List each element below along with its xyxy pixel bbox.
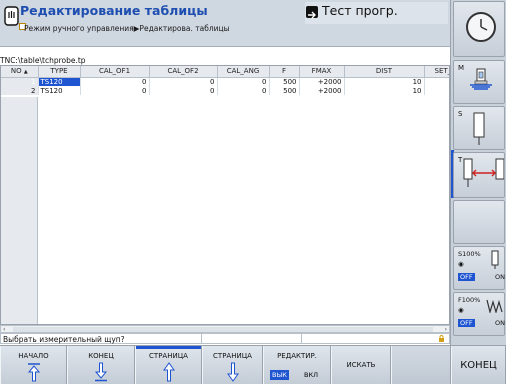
feed-off-label: OFF (458, 319, 475, 327)
scrollbar-thumb[interactable] (13, 327, 433, 332)
softkey-begin[interactable]: НАЧАЛО (0, 346, 67, 384)
softkey-search[interactable]: ИСКАТЬ (331, 346, 391, 384)
cell-fmax[interactable]: +2000 (299, 86, 345, 95)
tool-length-icon (463, 158, 504, 187)
program-mode-title: Тест прогр. (322, 3, 398, 18)
edit-off-option: ВЫК (270, 370, 289, 380)
col-header-cal-of1[interactable]: CAL_OF1 (80, 66, 150, 78)
table-row[interactable]: 2 TS120 0 0 0 500 +2000 10 (1, 86, 449, 95)
dialog-prompt: Выбрать измерительный щуп? (3, 335, 125, 344)
mode-title: Редактирование таблицы (20, 3, 208, 18)
arrow-down-bar-icon (94, 362, 108, 382)
table-row[interactable]: 1 TS120 0 0 0 500 +2000 10 (1, 77, 449, 86)
spindle-m-icon (470, 68, 492, 90)
breadcrumb: Режим ручного управления▶Редактирова. та… (24, 24, 230, 33)
feed-override-button[interactable]: F100% ◉ OFF ON (453, 292, 505, 336)
spindle-small-icon (491, 250, 499, 269)
feed-wave-icon (486, 299, 503, 313)
side-t-button[interactable]: T (453, 152, 505, 198)
program-test-icon (306, 6, 318, 19)
col-header-cal-of2[interactable]: CAL_OF2 (149, 66, 218, 78)
cell-cal-of1[interactable]: 0 (80, 77, 150, 86)
status-divider (301, 334, 302, 343)
cell-dist[interactable]: 10 (344, 77, 425, 86)
row-number-column-fill (1, 97, 38, 324)
cell-f[interactable]: 500 (269, 86, 300, 95)
softkey-edit-toggle[interactable]: РЕДАКТИР. ВЫК ВКЛ (263, 346, 331, 384)
probe-table[interactable]: NO ▲ TYPE CAL_OF1 CAL_OF2 CAL_ANG F FMAX… (0, 65, 450, 325)
feed-on-label: ON (495, 319, 505, 327)
feed-override-value: F100% (458, 296, 481, 304)
col-header-f[interactable]: F (269, 66, 300, 78)
spindle-s-icon (473, 112, 485, 145)
col-header-dist[interactable]: DIST (344, 66, 425, 78)
spindle-override-value: S100% (458, 250, 481, 258)
cell-type[interactable]: TS120 (38, 86, 81, 95)
softkey-page-up[interactable]: СТРАНИЦА (135, 346, 202, 384)
cell-cal-of2[interactable]: 0 (149, 86, 218, 95)
cell-cal-ang[interactable]: 0 (217, 86, 270, 95)
cell-cal-of2[interactable]: 0 (149, 77, 218, 86)
side-m-button[interactable]: M (453, 60, 505, 104)
status-line: Выбрать измерительный щуп? (0, 333, 450, 344)
clock-icon (466, 12, 496, 42)
col-header-type[interactable]: TYPE (38, 66, 81, 78)
cell-type[interactable]: TS120 (38, 77, 81, 86)
cell-fmax[interactable]: +2000 (299, 77, 345, 86)
cell-set-up[interactable] (424, 86, 449, 95)
scroll-right-icon[interactable]: › (445, 326, 447, 333)
cell-f[interactable]: 500 (269, 77, 300, 86)
override-knob-icon: ◉ (458, 260, 464, 268)
status-divider (201, 334, 202, 343)
softkey-end-exit[interactable]: КОНЕЦ (451, 346, 506, 384)
cell-no[interactable]: 2 (1, 86, 39, 95)
col-header-cal-ang[interactable]: CAL_ANG (217, 66, 270, 78)
softkey-page-down[interactable]: СТРАНИЦА (202, 346, 263, 384)
side-softkey-bar: M S T S100% ◉ OFF ON F100% ◉ OFF ON (450, 0, 506, 345)
cell-cal-ang[interactable]: 0 (217, 77, 270, 86)
clock-button[interactable] (453, 1, 505, 57)
cell-cal-of1[interactable]: 0 (80, 86, 150, 95)
hand-mode-icon (4, 6, 19, 26)
horizontal-scrollbar[interactable]: ‹ › (0, 325, 450, 333)
lock-icon (439, 335, 444, 342)
cell-dist[interactable]: 10 (344, 86, 425, 95)
softkey-active-indicator (136, 346, 201, 349)
arrow-up-bar-icon (27, 363, 40, 382)
scroll-left-icon[interactable]: ‹ (3, 326, 5, 333)
side-s-button[interactable]: S (453, 106, 505, 150)
col-header-fmax[interactable]: FMAX (299, 66, 345, 78)
arrow-up-icon (162, 362, 175, 382)
col-header-set-up[interactable]: SET_UP (424, 66, 449, 78)
file-path: TNC:\table\tchprobe.tp (0, 56, 86, 65)
side-empty-button[interactable] (453, 200, 505, 244)
spindle-override-button[interactable]: S100% ◉ OFF ON (453, 246, 505, 290)
edit-on-option: ВКЛ (304, 371, 318, 379)
cell-set-up[interactable] (424, 77, 449, 86)
cell-no[interactable]: 1 (1, 77, 39, 86)
sort-up-icon: ▲ (23, 69, 28, 76)
softkey-empty[interactable] (391, 346, 451, 384)
arrow-down-icon (226, 362, 239, 382)
col-header-no[interactable]: NO ▲ (1, 66, 39, 78)
table-header-row: NO ▲ TYPE CAL_OF1 CAL_OF2 CAL_ANG F FMAX… (1, 66, 449, 78)
softkey-end[interactable]: КОНЕЦ (67, 346, 135, 384)
feed-knob-icon: ◉ (458, 306, 464, 314)
spindle-off-label: OFF (458, 273, 475, 281)
spindle-on-label: ON (495, 273, 505, 281)
softkey-bar: НАЧАЛО КОНЕЦ СТРАНИЦА СТРАНИЦА РЕДАКТИР.… (0, 345, 506, 384)
